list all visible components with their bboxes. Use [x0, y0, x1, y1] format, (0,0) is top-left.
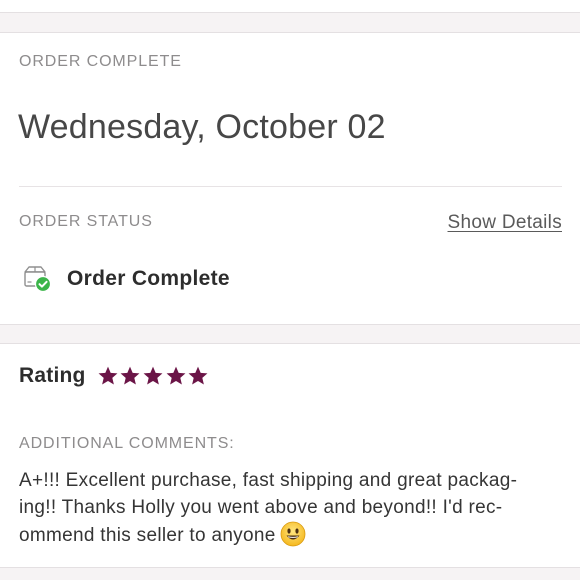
order-card: ORDER COMPLETE Wednesday, October 02 ORD… — [0, 32, 580, 325]
rating-label: Rating — [19, 364, 86, 387]
star-icon — [120, 366, 140, 385]
previous-card — [0, 0, 580, 13]
smiley-emoji-icon — [280, 521, 305, 547]
order-status-text: Order Complete — [67, 267, 230, 290]
comment-line-text: ommend this seller to anyone — [19, 525, 276, 546]
comment-text: A+!!! Excellent purchase, fast shipping … — [19, 468, 564, 550]
star-icon — [143, 366, 163, 385]
order-status-row: Order Complete — [22, 265, 230, 293]
order-complete-label: ORDER COMPLETE — [19, 53, 182, 70]
order-status-label: ORDER STATUS — [19, 213, 153, 230]
divider — [19, 186, 562, 187]
order-date: Wednesday, October 02 — [18, 108, 386, 146]
additional-comments-label: ADDITIONAL COMMENTS: — [19, 435, 235, 452]
rating-stars — [97, 365, 210, 387]
rating-card: Rating ADDITIONAL COMMENTS: A+!!! Excell… — [0, 343, 580, 568]
comment-line: ing!! Thanks Holly you went above and be… — [19, 496, 503, 518]
comment-line: A+!!! Excellent purchase, fast shipping … — [19, 470, 518, 491]
show-details-link[interactable]: Show Details — [448, 212, 562, 234]
comment-line: ommend this seller to anyone — [19, 521, 564, 550]
rating-row: Rating — [19, 364, 210, 388]
star-icon — [188, 366, 208, 385]
star-icon — [166, 366, 186, 385]
package-check-icon — [24, 266, 52, 293]
star-icon — [98, 366, 117, 385]
